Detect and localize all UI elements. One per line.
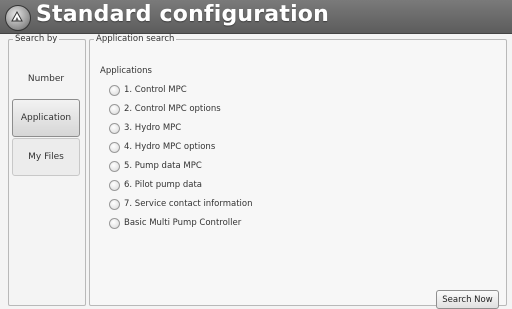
search-now-label: Search Now [442,294,493,305]
search-by-legend: Search by [15,34,58,44]
search-now-button[interactable]: Search Now [436,290,499,309]
option-label: 5. Pump data MPC [124,161,202,171]
application-search-group: Application search Applications 1. Contr… [89,34,507,309]
radio-button[interactable] [109,84,120,96]
option-label: 7. Service contact information [124,199,253,209]
application-button-label: Application [20,113,72,123]
option-hydro-mpc-options[interactable]: 4. Hydro MPC options [109,141,215,153]
option-label: 1. Control MPC [124,85,187,95]
option-label: Basic Multi Pump Controller [124,218,242,228]
applications-label: Applications [100,66,152,76]
radio-button[interactable] [109,198,120,210]
radio-button[interactable] [109,160,120,172]
option-pump-data-mpc[interactable]: 5. Pump data MPC [109,160,202,172]
application-search-legend: Application search [96,34,175,44]
title-bar: Standard configuration [0,0,512,34]
number-button[interactable]: Number [12,60,80,98]
option-label: 4. Hydro MPC options [124,142,216,152]
radio-button[interactable] [109,141,120,153]
option-basic-multi-pump-controller[interactable]: Basic Multi Pump Controller [109,217,241,229]
option-control-mpc-options[interactable]: 2. Control MPC options [109,103,221,115]
radio-button[interactable] [109,122,120,134]
search-by-group: Search by Number Application My Files [8,34,86,306]
app-logo-icon [5,5,31,31]
my-files-button-label: My Files [28,152,64,162]
my-files-button[interactable]: My Files [12,138,80,176]
application-button[interactable]: Application [12,99,80,137]
radio-button[interactable] [109,217,120,229]
option-label: 2. Control MPC options [124,104,221,114]
option-pilot-pump-data[interactable]: 6. Pilot pump data [109,179,202,191]
option-control-mpc[interactable]: 1. Control MPC [109,84,187,96]
option-label: 3. Hydro MPC [124,123,182,133]
option-service-contact-information[interactable]: 7. Service contact information [109,198,253,210]
radio-button[interactable] [109,179,120,191]
page-title: Standard configuration [36,2,329,27]
option-hydro-mpc[interactable]: 3. Hydro MPC [109,122,181,134]
option-label: 6. Pilot pump data [124,180,203,190]
number-button-label: Number [27,74,65,84]
radio-button[interactable] [109,103,120,115]
